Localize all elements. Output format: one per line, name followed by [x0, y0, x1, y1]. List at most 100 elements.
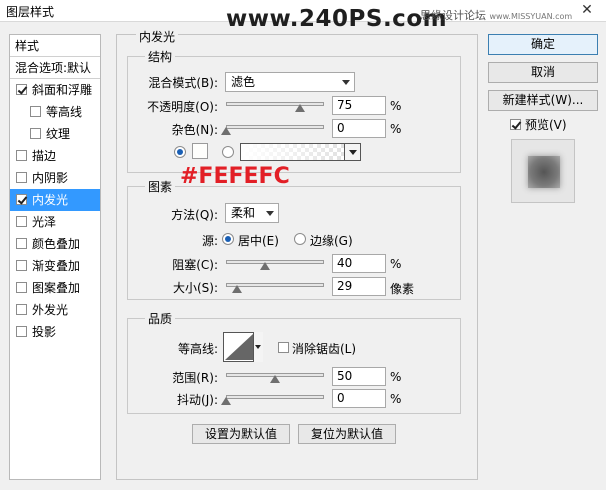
- choke-label: 阻塞(C):: [172, 258, 218, 272]
- styles-header[interactable]: 样式: [10, 35, 100, 57]
- watermark: www.240PS.com: [226, 6, 448, 32]
- contour-label: 等高线:: [177, 342, 218, 356]
- noise-input[interactable]: 0: [332, 119, 386, 138]
- choke-input[interactable]: 40: [332, 254, 386, 273]
- contour-curve-icon: [225, 334, 253, 360]
- style-item[interactable]: 等高线: [10, 101, 100, 123]
- style-item-checkbox[interactable]: [16, 282, 27, 293]
- style-item[interactable]: 渐变叠加: [10, 255, 100, 277]
- source-center-label: 居中(E): [238, 234, 279, 248]
- noise-slider-thumb[interactable]: [221, 127, 231, 135]
- antialias-label: 消除锯齿(L): [292, 342, 357, 356]
- reset-default-button[interactable]: 复位为默认值: [298, 424, 396, 444]
- style-item[interactable]: 纹理: [10, 123, 100, 145]
- style-item[interactable]: 描边: [10, 145, 100, 167]
- style-item[interactable]: 光泽: [10, 211, 100, 233]
- style-item-label: 内阴影: [32, 171, 69, 185]
- noise-label: 杂色(N):: [171, 123, 218, 137]
- style-item-checkbox[interactable]: [16, 84, 27, 95]
- style-item-label: 等高线: [46, 105, 83, 119]
- preview-thumbnail: [528, 156, 560, 188]
- glow-color-swatch[interactable]: [192, 143, 208, 159]
- style-item-checkbox[interactable]: [16, 172, 27, 183]
- watermark-sub: 思缘设计论坛 www.MISSYUAN.com: [420, 7, 572, 23]
- choke-slider-thumb[interactable]: [260, 262, 271, 270]
- style-item[interactable]: 颜色叠加: [10, 233, 100, 255]
- style-item-checkbox[interactable]: [16, 238, 27, 249]
- style-item-label: 内发光: [32, 193, 69, 207]
- window-title: 图层样式: [6, 5, 55, 19]
- jitter-input[interactable]: 0: [332, 389, 386, 408]
- style-items: 斜面和浮雕等高线纹理描边内阴影内发光光泽颜色叠加渐变叠加 图案叠加外发光投影: [10, 79, 100, 343]
- style-item-label: 投影: [32, 325, 57, 339]
- styles-list: 样式 混合选项:默认 斜面和浮雕等高线纹理描边内阴影内发光光泽颜色叠加渐变叠加图…: [9, 34, 101, 480]
- technique-value: 柔和: [231, 206, 256, 220]
- opacity-input[interactable]: 75: [332, 96, 386, 115]
- antialias-checkbox[interactable]: [278, 342, 289, 353]
- style-item[interactable]: 外发光: [10, 299, 100, 321]
- style-item-checkbox[interactable]: [30, 128, 41, 139]
- ok-button[interactable]: 确定: [488, 34, 598, 55]
- style-item-checkbox[interactable]: [16, 194, 27, 205]
- style-item-label: 纹理: [46, 127, 71, 141]
- contour-dropdown[interactable]: [253, 332, 263, 362]
- style-item-checkbox[interactable]: [30, 106, 41, 117]
- size-label: 大小(S):: [172, 281, 218, 295]
- style-item-checkbox[interactable]: [16, 150, 27, 161]
- range-unit: %: [390, 370, 402, 384]
- jitter-unit: %: [390, 392, 402, 406]
- cancel-button[interactable]: 取消: [488, 62, 598, 83]
- opacity-label: 不透明度(O):: [147, 100, 218, 114]
- style-item[interactable]: 内阴影: [10, 167, 100, 189]
- style-item[interactable]: 投影: [10, 321, 100, 343]
- make-default-button[interactable]: 设置为默认值: [192, 424, 290, 444]
- noise-unit: %: [390, 122, 402, 136]
- range-input[interactable]: 50: [332, 367, 386, 386]
- size-input[interactable]: 29: [332, 277, 386, 296]
- chevron-down-icon: [266, 211, 274, 216]
- range-slider-thumb[interactable]: [270, 375, 280, 383]
- style-item-label: 颜色叠加: [32, 237, 81, 251]
- style-item[interactable]: 斜面和浮雕: [10, 79, 100, 101]
- style-item-checkbox[interactable]: [16, 304, 27, 315]
- style-item-checkbox[interactable]: [16, 326, 27, 337]
- noise-slider[interactable]: [226, 125, 324, 129]
- close-icon[interactable]: ✕: [574, 2, 600, 19]
- technique-select[interactable]: 柔和: [225, 203, 279, 223]
- jitter-slider-thumb[interactable]: [221, 397, 231, 405]
- size-unit: 像素: [390, 282, 415, 296]
- solid-color-radio[interactable]: [174, 146, 186, 158]
- style-item-label: 外发光: [32, 303, 69, 317]
- gradient-radio[interactable]: [222, 146, 234, 158]
- gradient-dropdown[interactable]: [344, 144, 360, 160]
- jitter-slider[interactable]: [226, 395, 324, 399]
- blend-mode-select[interactable]: 滤色: [225, 72, 355, 92]
- choke-slider[interactable]: [226, 260, 324, 264]
- opacity-slider[interactable]: [226, 102, 324, 106]
- style-item-label: 光泽: [32, 215, 57, 229]
- new-style-button[interactable]: 新建样式(W)...: [488, 90, 598, 111]
- blend-mode-value: 滤色: [231, 75, 256, 89]
- style-item-checkbox[interactable]: [16, 216, 27, 227]
- style-item-label: 描边: [32, 149, 57, 163]
- elements-title: 图素: [145, 178, 176, 195]
- structure-title: 结构: [145, 48, 176, 65]
- technique-label: 方法(Q):: [171, 208, 218, 222]
- source-edge-radio[interactable]: [294, 233, 306, 245]
- style-item-label: 斜面和浮雕: [32, 83, 93, 97]
- blend-options-item[interactable]: 混合选项:默认: [10, 57, 100, 79]
- source-label: 源:: [201, 234, 218, 248]
- style-item[interactable]: 内发光: [10, 189, 100, 211]
- blend-mode-label: 混合模式(B):: [148, 76, 218, 90]
- preview-checkbox[interactable]: [510, 119, 521, 130]
- source-center-radio[interactable]: [222, 233, 234, 245]
- size-slider-thumb[interactable]: [232, 285, 243, 293]
- quality-title: 品质: [145, 310, 176, 327]
- opacity-slider-thumb[interactable]: [294, 104, 305, 112]
- style-preview: [511, 139, 575, 203]
- panel-title: 内发光: [136, 28, 179, 45]
- gradient-picker[interactable]: [240, 143, 361, 161]
- style-item[interactable]: 图案叠加: [10, 277, 100, 299]
- opacity-unit: %: [390, 99, 402, 113]
- style-item-checkbox[interactable]: [16, 260, 27, 271]
